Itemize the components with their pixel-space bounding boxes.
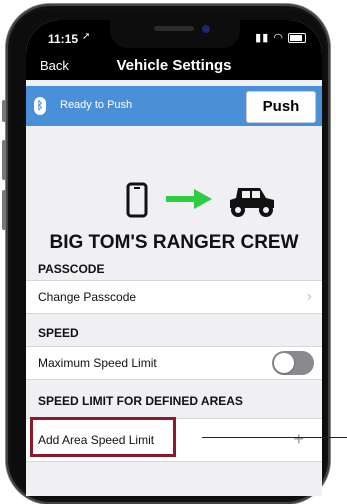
- wifi-icon: ◠: [273, 32, 284, 44]
- mute-switch: [2, 100, 6, 122]
- annotation-callout-line: [202, 437, 347, 438]
- bluetooth-status-bar: ᛒ Ready to Push Push: [26, 86, 322, 126]
- status-time: 11:15: [48, 32, 79, 46]
- volume-up-button: [2, 140, 6, 180]
- vehicle-hero: BIG TOM'S RANGER CREW: [26, 166, 322, 256]
- notch: [110, 20, 240, 48]
- front-camera: [202, 25, 210, 33]
- right-arrow-icon: [166, 189, 212, 209]
- smartphone-icon: [126, 182, 148, 218]
- speed-section-header: SPEED: [26, 320, 322, 344]
- passcode-section-header: PASSCODE: [26, 256, 322, 280]
- signal-icon: ▮▮: [255, 32, 270, 44]
- passcode-header-label: PASSCODE: [38, 262, 105, 276]
- utv-vehicle-icon: [230, 188, 274, 217]
- page-title: Vehicle Settings: [116, 57, 232, 74]
- change-passcode-label: Change Passcode: [38, 290, 137, 304]
- push-button[interactable]: Push: [246, 91, 316, 123]
- maximum-speed-limit-label: Maximum Speed Limit: [38, 356, 157, 370]
- area-speed-section-header: SPEED LIMIT FOR DEFINED AREAS: [26, 388, 322, 412]
- bluetooth-status-text: Ready to Push: [60, 99, 133, 111]
- maximum-speed-limit-row: Maximum Speed Limit: [26, 346, 322, 380]
- toggle-knob: [274, 353, 294, 373]
- speaker-grille: [154, 26, 194, 31]
- annotation-highlight-box: [30, 417, 176, 457]
- status-icons: ▮▮ ◠: [255, 31, 306, 44]
- change-passcode-row[interactable]: Change Passcode ›: [26, 280, 322, 314]
- crew-name: BIG TOM'S RANGER CREW: [49, 232, 299, 253]
- volume-down-button: [2, 190, 6, 230]
- location-arrow-icon: ➚: [82, 31, 91, 42]
- chevron-right-icon: ›: [306, 288, 312, 305]
- add-plus-icon[interactable]: +: [293, 429, 304, 450]
- area-speed-header-label: SPEED LIMIT FOR DEFINED AREAS: [38, 394, 243, 408]
- navigation-bar: Back Vehicle Settings: [26, 52, 322, 80]
- battery-icon: [288, 33, 306, 44]
- bluetooth-icon: ᛒ: [34, 97, 46, 115]
- speed-header-label: SPEED: [38, 326, 79, 340]
- maximum-speed-limit-toggle[interactable]: [272, 351, 314, 375]
